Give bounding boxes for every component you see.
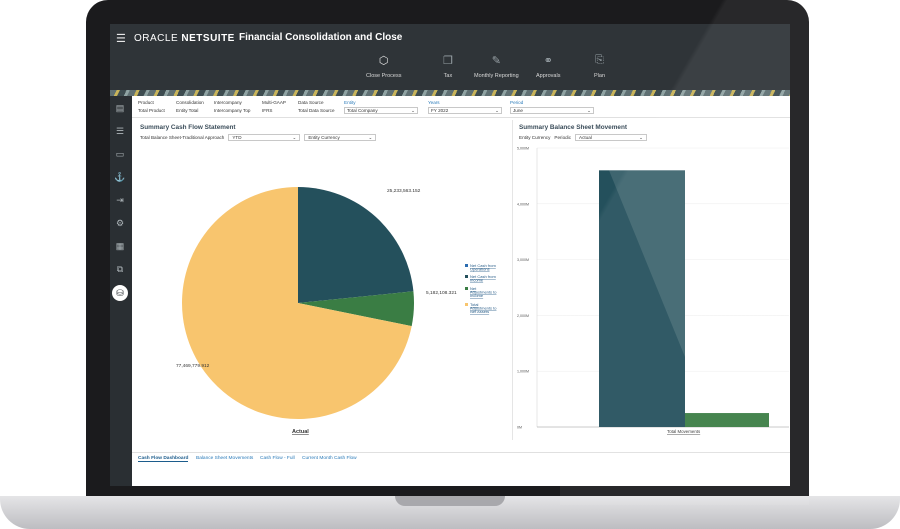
- legend-swatch: [465, 275, 468, 278]
- tab-cash-flow-dashboard[interactable]: Cash Flow Dashboard: [138, 456, 189, 462]
- y-tick-label: 2,000M: [517, 314, 529, 318]
- cash-flow-panel: Summary Cash Flow Statement Total Balanc…: [134, 120, 509, 440]
- cash-flow-pie-chart: 25,233,563.152 5,182,108.321 77,469,779.91…: [176, 187, 497, 435]
- nav-approvals[interactable]: ⚭ Approvals: [536, 54, 560, 79]
- nav-close-process[interactable]: ⬡ Close Process: [366, 54, 401, 79]
- documents-icon: ❐: [443, 55, 453, 67]
- entity-select[interactable]: Total Company ⌄: [344, 107, 418, 114]
- chevron-down-icon: ⌄: [587, 108, 591, 113]
- legend-item: Net Cash from Operations: [470, 263, 496, 272]
- left-rail: ▤ ☰ ▭ ⚓ ⇥ ⚙ ▦ ⧉ ⛁: [110, 96, 130, 486]
- plan-icon: ⎘: [595, 54, 604, 66]
- nav-plan[interactable]: ⎘ Plan: [594, 54, 605, 79]
- slice-label: 77,469,779.912: [176, 363, 210, 369]
- pov-years[interactable]: Years FY 2022 ⌄: [428, 100, 502, 114]
- legend-item: Net Cash from Income: [470, 274, 496, 283]
- monitor-icon[interactable]: ▭: [114, 148, 126, 160]
- tab-current-month-cash-flow[interactable]: Current Month Cash Flow: [302, 456, 357, 461]
- pov-bar: Product Total Product Consolidation Entity…: [132, 96, 790, 118]
- pov-entity[interactable]: Entity Total Company ⌄: [344, 100, 418, 114]
- app-header: ☰ ORACLE NETSUITE Financial Consolidatio…: [110, 24, 790, 92]
- bar: [685, 413, 769, 427]
- y-tick-label: 3,000M: [517, 258, 529, 262]
- legend-item: Net Adjustments to Income: [470, 286, 497, 298]
- slice-label: 25,233,563.152: [387, 188, 421, 194]
- chevron-down-icon: ⌄: [495, 108, 499, 113]
- copy-icon[interactable]: ⧉: [114, 263, 126, 275]
- app-screen: ☰ ORACLE NETSUITE Financial Consolidatio…: [110, 24, 790, 486]
- nav-monthly-reporting[interactable]: ✎ Monthly Reporting: [474, 54, 519, 79]
- cube-icon: ⬡: [378, 55, 389, 67]
- legend-swatch: [465, 287, 468, 290]
- legend-swatch: [465, 303, 468, 306]
- hierarchy-icon: ⚭: [543, 55, 553, 67]
- brand-logo: ORACLE NETSUITE: [134, 33, 235, 44]
- pie-slice: [298, 187, 414, 303]
- slice-label: 5,182,108.321: [426, 290, 457, 296]
- x-axis-label: Actual: [292, 429, 309, 435]
- report-icon[interactable]: ▦: [114, 240, 126, 252]
- tab-cash-flow-full[interactable]: Cash Flow - Full: [260, 456, 295, 461]
- nav-tax[interactable]: ❐ Tax: [443, 54, 453, 79]
- dashboard-content: Product Total Product Consolidation Entity…: [132, 96, 790, 486]
- tab-balance-sheet-movements[interactable]: Balance Sheet Movements: [196, 456, 253, 461]
- pov-consolidation[interactable]: Consolidation Entity Total: [176, 100, 204, 113]
- anchor-icon[interactable]: ⚓: [114, 171, 126, 183]
- pov-intercompany[interactable]: Intercompany Intercompany Top: [214, 100, 250, 113]
- pov-multigaap[interactable]: Multi-GAAP IFRS: [262, 100, 286, 113]
- pencil-icon: ✎: [491, 55, 501, 67]
- x-category-label: Total Movements: [667, 429, 701, 434]
- y-tick-label: 5,000M: [517, 147, 529, 151]
- hamburger-icon[interactable]: ☰: [116, 32, 126, 45]
- y-tick-label: 1,000M: [517, 370, 529, 374]
- pov-product[interactable]: Product Total Product: [138, 100, 165, 113]
- list-icon[interactable]: ☰: [114, 125, 126, 137]
- gear-icon[interactable]: ⚙: [114, 217, 126, 229]
- legend-item: Total Adjustments to Net Assets: [470, 302, 497, 314]
- balance-sheet-bar-chart: 0M 1,000M 2,000M 3,000M 4,000M 5,000M Total Mo…: [517, 147, 789, 434]
- legend-swatch: [465, 264, 468, 267]
- balance-sheet-panel: Summary Balance Sheet Movement Entity Cu…: [512, 120, 790, 440]
- laptop-notch: [395, 496, 505, 506]
- y-tick-label: 0M: [517, 426, 522, 430]
- y-tick-label: 4,000M: [517, 202, 529, 206]
- dashboard-tabs: Cash Flow Dashboard Balance Sheet Moveme…: [132, 452, 790, 466]
- app-title: Financial Consolidation and Close: [239, 32, 403, 43]
- years-select[interactable]: FY 2022 ⌄: [428, 107, 502, 114]
- export-icon[interactable]: ⇥: [114, 194, 126, 206]
- pov-period[interactable]: Period June ⌄: [510, 100, 594, 114]
- chevron-down-icon: ⌄: [411, 108, 415, 113]
- pov-data-source[interactable]: Data Source Total Data Source: [298, 100, 335, 113]
- laptop-mockup: ☰ ORACLE NETSUITE Financial Consolidatio…: [0, 0, 900, 529]
- bag-icon[interactable]: ⛁: [112, 285, 128, 301]
- period-select[interactable]: June ⌄: [510, 107, 594, 114]
- home-icon[interactable]: ▤: [114, 102, 126, 114]
